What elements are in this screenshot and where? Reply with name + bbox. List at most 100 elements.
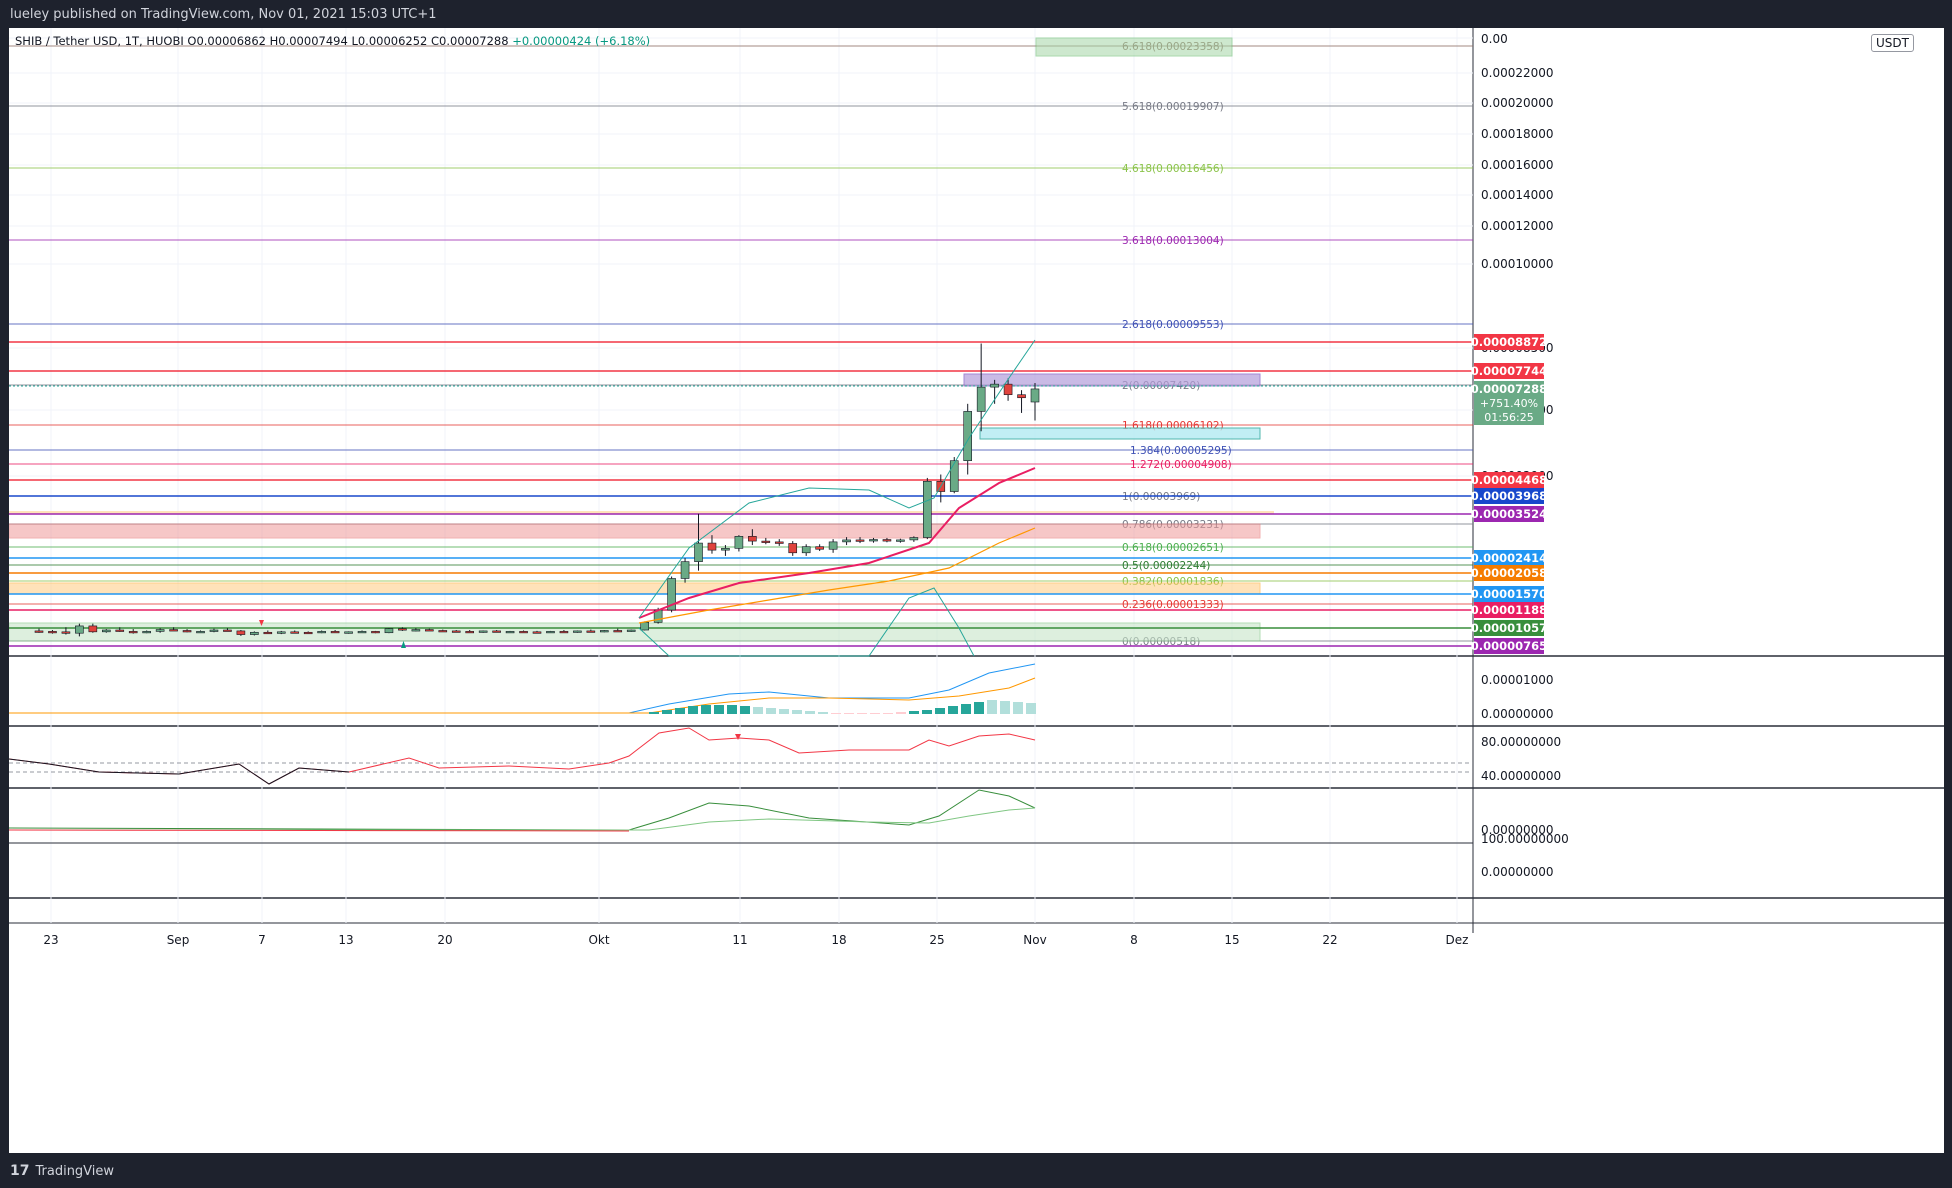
time-axis-label: Nov (1023, 933, 1046, 947)
currency-badge[interactable]: USDT (1871, 34, 1914, 52)
candle-body (250, 631, 259, 635)
macd-histogram-bar (753, 707, 763, 714)
candle-body (142, 631, 151, 634)
candle-body (532, 631, 542, 634)
publish-bar: lueley published on TradingView.com, Nov… (0, 0, 1952, 28)
price-axis-label: 0.00 (1481, 32, 1508, 46)
open-value: O0.00006862 (187, 34, 266, 48)
price-badge-label: 0.00003968 (1471, 489, 1547, 503)
macd-histogram-bar (896, 712, 906, 714)
candle-body (384, 628, 394, 634)
candle-body (478, 630, 488, 633)
candle-body (1030, 388, 1040, 403)
candle-body (330, 631, 340, 634)
fib-level-label: 1.272(0.00004908) (1130, 459, 1232, 471)
price-axis-label: 0.00016000 (1481, 158, 1554, 172)
candle-body (223, 629, 232, 632)
candle-body (115, 629, 125, 632)
time-axis-label: Okt (588, 933, 609, 947)
macd-histogram-bar (701, 705, 711, 714)
candle-body (855, 539, 865, 542)
candle-body (155, 629, 165, 632)
candle-body (236, 630, 246, 635)
support-zone (979, 427, 1261, 440)
candle-body (721, 548, 730, 551)
candle-body (801, 546, 811, 554)
rsi-line (9, 727, 1036, 785)
time-axis-label: 22 (1322, 933, 1337, 947)
tradingview-logo[interactable]: 17 TradingView (10, 1163, 114, 1179)
fib-level-label: 5.618(0.00019907) (1122, 101, 1224, 113)
time-axis-label: 15 (1224, 933, 1239, 947)
candle-body (828, 541, 838, 550)
candle-body (182, 630, 192, 633)
candle-body (263, 631, 273, 635)
time-axis-label: 13 (338, 933, 353, 947)
fib-level-label: 1(0.00003969) (1122, 491, 1200, 503)
macd-histogram-bar (792, 710, 802, 714)
candle-body (88, 625, 98, 633)
macd-histogram-bar (922, 710, 932, 714)
price-badge-label: 0.00008872 (1471, 335, 1547, 349)
demand-zone (9, 582, 1261, 595)
candle-body (842, 539, 851, 543)
macd-histogram-bar (714, 705, 724, 714)
candle-body (774, 541, 784, 544)
candle-body (680, 561, 690, 579)
candle-body (788, 543, 798, 554)
candle-body (196, 631, 205, 634)
macd-histogram-bar (1000, 701, 1010, 714)
price-badge-detail: 01:56:25 (1484, 411, 1533, 424)
osc-fast-line (9, 789, 1036, 831)
change-value: +0.00000424 (+6.18%) (512, 34, 651, 48)
chart-area[interactable]: 23 Sep 7 13 20 Okt 11 18 25 Nov 8 15 22 Dez 0.00 0.0002… (9, 28, 1944, 1153)
symbol-legend: SHIB / Tether USD, 1T, HUOBI O0.00006862… (15, 34, 650, 48)
osc-axis-label: 100.00000000 (1481, 832, 1569, 846)
price-badge-label: 0.00001057 (1471, 621, 1547, 635)
candle-body (465, 631, 475, 634)
candle-body (748, 536, 757, 542)
low-value: L0.00006252 (351, 34, 428, 48)
price-badge-label: 0.00002058 (1471, 566, 1547, 580)
candle-body (1003, 383, 1013, 396)
symbol-name[interactable]: SHIB / Tether USD, 1T, HUOBI (15, 34, 184, 48)
fib-level-label: 1.384(0.00005295) (1130, 445, 1232, 457)
candle-body (209, 629, 219, 632)
candle-body (694, 542, 703, 562)
buy-marker-icon (401, 641, 406, 648)
publish-info: lueley published on TradingView.com, Nov… (10, 7, 437, 22)
time-axis-label: 7 (258, 933, 266, 947)
close-value: C0.00007288 (431, 34, 509, 48)
macd-histogram-bar (662, 710, 672, 714)
rsi-axis-label: 80.00000000 (1481, 735, 1561, 749)
price-badge-label: 0.00007744 (1471, 364, 1547, 378)
candle-body (438, 630, 448, 633)
price-badge-label: 0.00004468 (1471, 473, 1547, 487)
macd-histogram-bar (805, 711, 815, 714)
price-axis-label: 0.00012000 (1481, 219, 1554, 233)
time-axis-label: 11 (732, 933, 747, 947)
macd-histogram-bar (740, 706, 750, 714)
price-badge-label: 0.00007288 (1471, 382, 1547, 396)
time-axis-label: 20 (437, 933, 452, 947)
candle-body (990, 383, 999, 388)
candle-body (640, 621, 649, 631)
macd-histogram-bar (844, 713, 854, 714)
fib-level-label: 3.618(0.00013004) (1122, 235, 1224, 247)
time-axis-label: 18 (831, 933, 846, 947)
macd-histogram-bar (961, 704, 971, 714)
candle-body (519, 631, 528, 634)
candle-body (626, 629, 636, 632)
macd-histogram-bar (870, 713, 880, 714)
macd-histogram-bar (675, 708, 685, 714)
candle-body (398, 628, 407, 631)
chart-canvas[interactable]: 23 Sep 7 13 20 Okt 11 18 25 Nov 8 15 22 Dez 0.00 0.0002… (9, 28, 1944, 1153)
candle-body (505, 631, 515, 634)
candle-body (734, 536, 744, 549)
candle-body (586, 630, 596, 633)
price-badge-label: 0.00001570 (1471, 587, 1547, 601)
candle-body (317, 631, 326, 634)
candle-body (290, 631, 300, 634)
price-axis-label: 0.00018000 (1481, 127, 1554, 141)
price-axis-label: 0.00022000 (1481, 66, 1554, 80)
